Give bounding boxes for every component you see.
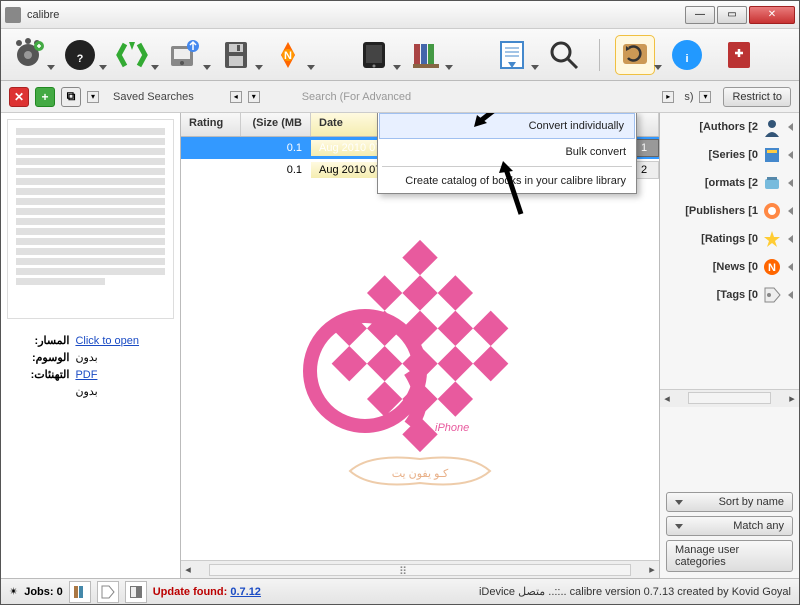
annotation-arrow-2 xyxy=(491,159,541,219)
search-row: ✕ + ⧉ ▾ Saved Searches ◂ ▾ Search (For A… xyxy=(1,81,799,113)
svg-text:i: i xyxy=(685,53,688,65)
right-h-scrollbar[interactable]: ◂▸ xyxy=(660,389,799,407)
h-scrollbar[interactable]: ◂⠿▸ xyxy=(181,560,659,578)
cat-tags[interactable]: [Tags [0 xyxy=(660,281,799,309)
maximize-button[interactable]: ▭ xyxy=(717,6,747,24)
sb-tag-icon[interactable] xyxy=(97,581,119,603)
meta-path-link[interactable]: Click to open xyxy=(75,335,139,347)
svg-text:كـو يفون يت: كـو يفون يت xyxy=(392,468,449,480)
s-dropdown[interactable]: ▾ xyxy=(699,91,711,103)
jobs-label: Jobs: 0 xyxy=(24,586,63,598)
add-book-red-button[interactable] xyxy=(720,36,758,74)
edit-metadata-button[interactable]: ? xyxy=(61,36,99,74)
add-filter-button[interactable]: + xyxy=(35,87,55,107)
titlebar: calibre — ▭ ✕ xyxy=(1,1,799,29)
meta-fmt-label: :التهنئات xyxy=(9,367,71,382)
book-list-pane: Convert individually Bulk convert Create… xyxy=(181,113,659,578)
annotation-arrow-1 xyxy=(469,113,529,127)
status-right: iDevice متصل ..::.. calibre version 0.7.… xyxy=(479,585,791,598)
cover-preview xyxy=(7,119,174,319)
clear-button[interactable]: ✕ xyxy=(9,87,29,107)
cat-formats[interactable]: [ormats [2 xyxy=(660,169,799,197)
add-books-button[interactable] xyxy=(9,36,47,74)
update-link[interactable]: 0.7.12 xyxy=(230,586,261,598)
update-label: Update found: 0.7.12 xyxy=(153,586,261,598)
svg-text:?: ? xyxy=(77,53,84,65)
search-input[interactable]: Search (For Advanced xyxy=(296,88,657,106)
convert-dropdown-button[interactable] xyxy=(616,36,654,74)
minimize-button[interactable]: — xyxy=(685,6,715,24)
copy-button[interactable]: ⧉ xyxy=(61,87,81,107)
right-buttons: Sort by name Match any Manage user categ… xyxy=(660,486,799,578)
col-size[interactable]: (Size (MB xyxy=(241,113,311,136)
cat-series[interactable]: [Series [0 xyxy=(660,141,799,169)
meta-path-label: :المسار xyxy=(9,333,71,348)
search-go-button[interactable]: ▸ xyxy=(662,91,674,103)
right-pane: [Authors [2 [Series [0 [ormats [2 [Publi… xyxy=(659,113,799,578)
library-button[interactable] xyxy=(407,36,445,74)
match-button[interactable]: Match any xyxy=(666,516,793,536)
sort-button[interactable]: Sort by name xyxy=(666,492,793,512)
svg-text:N: N xyxy=(284,50,292,62)
view-button[interactable] xyxy=(493,36,531,74)
status-bar: ✴ Jobs: 0 Update found: 0.7.12 iDevice م… xyxy=(1,578,799,604)
restrict-button[interactable]: Restrict to xyxy=(723,87,791,107)
close-button[interactable]: ✕ xyxy=(749,6,795,24)
svg-text:N: N xyxy=(768,262,776,274)
search-back-button[interactable]: ◂ xyxy=(230,91,242,103)
cat-authors[interactable]: [Authors [2 xyxy=(660,113,799,141)
search-history-dropdown[interactable]: ▾ xyxy=(248,91,260,103)
meta-tags-label: :الوسوم xyxy=(9,350,71,365)
device-ipad-button[interactable] xyxy=(355,36,393,74)
jobs-spinner-icon: ✴ xyxy=(9,585,18,598)
filter-dropdown[interactable]: ▾ xyxy=(87,91,99,103)
meta-none: بدون xyxy=(73,384,172,399)
cat-ratings[interactable]: [Ratings [0 xyxy=(660,225,799,253)
app-icon xyxy=(5,7,21,23)
metadata-table: :المسارClick to open :الوسومبدون :التهنئ… xyxy=(7,331,174,401)
svg-text:8: 8 xyxy=(455,402,462,414)
search-button[interactable] xyxy=(545,36,583,74)
svg-text:iPhone: iPhone xyxy=(435,422,469,434)
save-to-disk-button[interactable] xyxy=(217,36,255,74)
main-toolbar: ? N i xyxy=(1,29,799,81)
saved-searches-label: Saved Searches xyxy=(113,91,194,103)
watermark-logo: 8 iPhone كـو يفون يت xyxy=(181,181,659,560)
left-pane: :المسارClick to open :الوسومبدون :التهنئ… xyxy=(1,113,181,578)
convert-books-button[interactable] xyxy=(113,36,151,74)
window-title: calibre xyxy=(27,9,685,21)
window-buttons: — ▭ ✕ xyxy=(685,6,795,24)
sb-library-icon[interactable] xyxy=(69,581,91,603)
app-window: calibre — ▭ ✕ ? N i ✕ + ⧉ ▾ Saved Search… xyxy=(0,0,800,605)
fetch-news-button[interactable]: N xyxy=(269,36,307,74)
cat-publishers[interactable]: [Publishers [1 xyxy=(660,197,799,225)
main-area: :المسارClick to open :الوسومبدون :التهنئ… xyxy=(1,113,799,578)
send-to-device-button[interactable] xyxy=(165,36,203,74)
manage-cats-button[interactable]: Manage user categories xyxy=(666,540,793,572)
info-button[interactable]: i xyxy=(668,36,706,74)
cat-news[interactable]: [News [0N xyxy=(660,253,799,281)
sb-layout-icon[interactable] xyxy=(125,581,147,603)
meta-tags-value: بدون xyxy=(73,350,172,365)
col-rating[interactable]: Rating xyxy=(181,113,241,136)
meta-fmt-link[interactable]: PDF xyxy=(75,369,97,381)
